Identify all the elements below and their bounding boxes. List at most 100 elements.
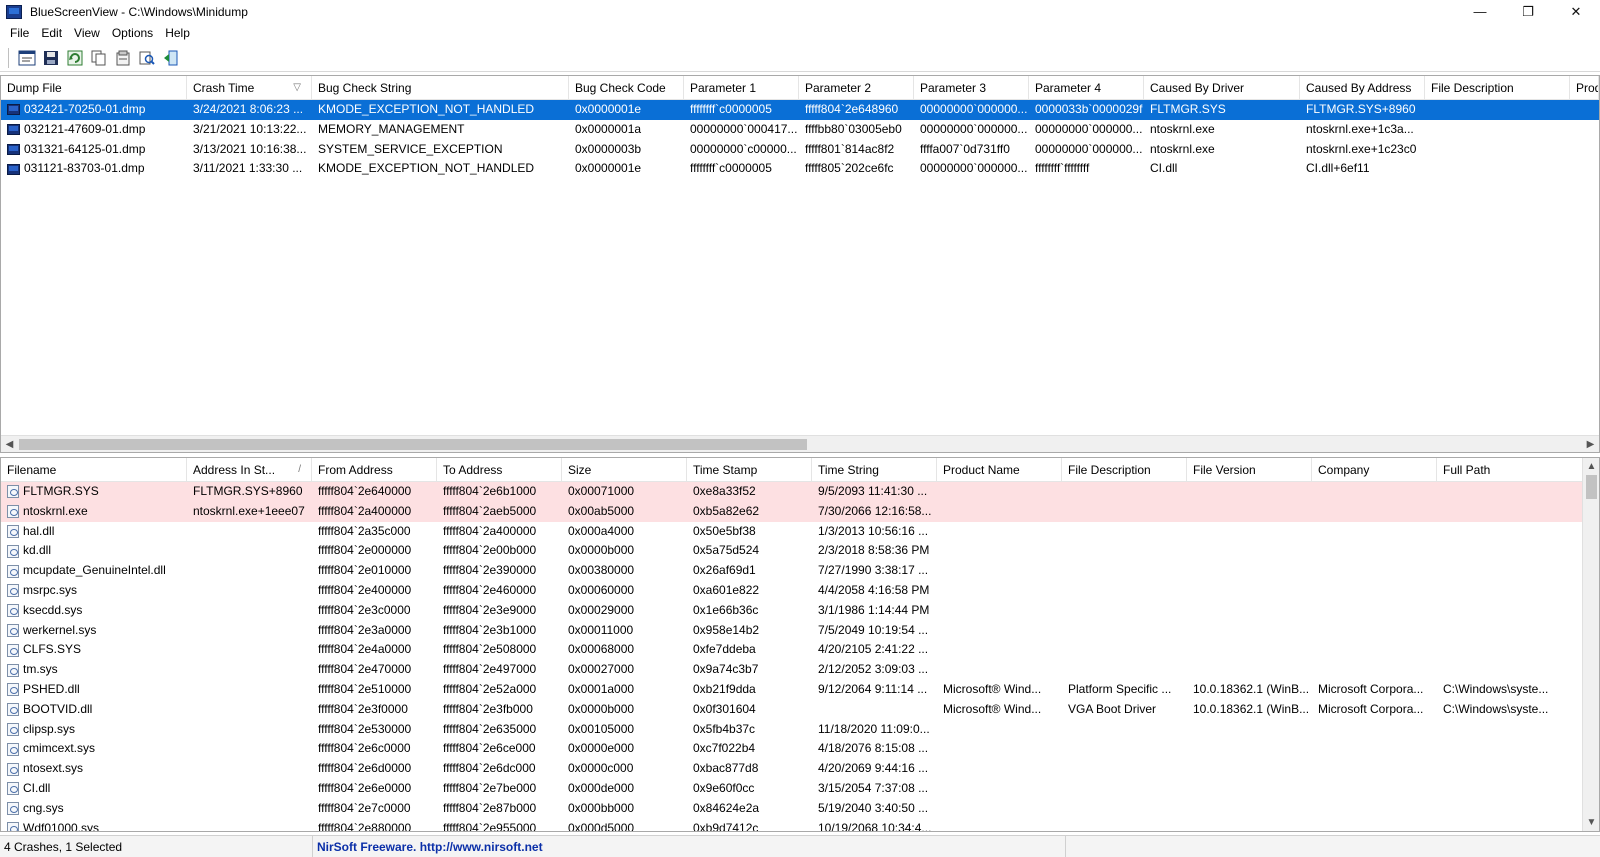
crash-list-hscrollbar[interactable]: ◀ ▶ xyxy=(1,435,1599,452)
cell-company xyxy=(1312,482,1437,502)
menu-options[interactable]: Options xyxy=(106,26,159,40)
cell-full-path xyxy=(1437,482,1599,502)
scroll-left-arrow-icon[interactable]: ◀ xyxy=(1,436,18,452)
cell-crash-time: 3/21/2021 10:13:22... xyxy=(193,121,307,136)
col-time-stamp[interactable]: Time Stamp xyxy=(687,458,812,482)
driver-file-icon xyxy=(7,802,19,816)
cell-to-address: fffff804`2e497000 xyxy=(443,662,537,677)
col-parameter-3[interactable]: Parameter 3 xyxy=(914,76,1029,100)
table-row[interactable]: FLTMGR.SYS FLTMGR.SYS+8960 fffff804`2e6400… xyxy=(1,482,1599,502)
cell-to-address: fffff804`2e390000 xyxy=(443,563,537,578)
find-button[interactable] xyxy=(137,48,157,68)
menu-edit[interactable]: Edit xyxy=(35,26,68,40)
col-file-version[interactable]: File Version xyxy=(1187,458,1312,482)
properties-button[interactable] xyxy=(17,48,37,68)
copy-icon xyxy=(91,50,106,66)
col-caused-by-driver[interactable]: Caused By Driver xyxy=(1144,76,1300,100)
cell-file-version xyxy=(1187,502,1312,522)
col-file-description[interactable]: File Description xyxy=(1062,458,1187,482)
table-row[interactable]: mcupdate_GenuineIntel.dll fffff804`2e0100… xyxy=(1,561,1599,581)
cell-full-path xyxy=(1437,720,1599,740)
close-button[interactable]: ✕ xyxy=(1552,0,1600,23)
col-crash-time[interactable]: Crash Time ▽ xyxy=(187,76,312,100)
col-product[interactable]: Prod xyxy=(1570,76,1599,100)
cell-text: 031121-83703-01.dmp xyxy=(24,161,145,176)
col-dump-file[interactable]: Dump File xyxy=(1,76,187,100)
table-row[interactable]: ntosext.sys fffff804`2e6d0000 fffff804`2e6… xyxy=(1,759,1599,779)
html-report-button[interactable] xyxy=(113,48,133,68)
restore-button[interactable]: ❐ xyxy=(1504,0,1552,23)
minimize-button[interactable]: — xyxy=(1456,0,1504,23)
cell-full-path xyxy=(1437,522,1599,542)
cell-bug-check-code: 0x0000001a xyxy=(575,121,642,136)
cell-file-description: VGA Boot Driver xyxy=(1068,701,1157,716)
table-row[interactable]: werkernel.sys fffff804`2e3a0000 fffff804`2… xyxy=(1,621,1599,641)
hscroll-thumb[interactable] xyxy=(19,439,807,450)
table-row[interactable]: msrpc.sys fffff804`2e400000 fffff804`2e460… xyxy=(1,581,1599,601)
cell-time-stamp: 0xc7f022b4 xyxy=(693,741,756,756)
cell-file-description xyxy=(1062,660,1187,680)
col-filename[interactable]: Filename xyxy=(1,458,187,482)
col-caused-by-address[interactable]: Caused By Address xyxy=(1300,76,1425,100)
table-row[interactable]: Wdf01000.sys fffff804`2e880000 fffff804`2e… xyxy=(1,819,1599,831)
cell-product-name xyxy=(937,640,1062,660)
table-row[interactable]: CI.dll fffff804`2e6e0000 fffff804`2e7be000… xyxy=(1,779,1599,799)
col-product-name[interactable]: Product Name xyxy=(937,458,1062,482)
table-row[interactable]: 031321-64125-01.dmp 3/13/2021 10:16:38...… xyxy=(1,140,1599,160)
table-row[interactable]: tm.sys fffff804`2e470000 fffff804`2e497000… xyxy=(1,660,1599,680)
refresh-button[interactable] xyxy=(65,48,85,68)
col-address-in-stack[interactable]: Address In St... / xyxy=(187,458,312,482)
copy-button[interactable] xyxy=(89,48,109,68)
col-parameter-2[interactable]: Parameter 2 xyxy=(799,76,914,100)
save-button[interactable] xyxy=(41,48,61,68)
cell-parameter-2: fffff801`814ac8f2 xyxy=(805,141,895,156)
exit-button[interactable] xyxy=(161,48,181,68)
cell-bug-check-code: 0x0000001e xyxy=(575,161,642,176)
menu-help[interactable]: Help xyxy=(159,26,196,40)
cell-filename: CI.dll xyxy=(1,779,187,799)
col-bug-check-string[interactable]: Bug Check String xyxy=(312,76,569,100)
table-row[interactable]: kd.dll fffff804`2e000000 fffff804`2e00b000… xyxy=(1,541,1599,561)
table-row[interactable]: hal.dll fffff804`2a35c000 fffff804`2a40000… xyxy=(1,522,1599,542)
cell-time-string: 11/18/2020 11:09:0... xyxy=(818,721,930,736)
menu-view[interactable]: View xyxy=(68,26,106,40)
scroll-up-arrow-icon[interactable]: ▲ xyxy=(1583,458,1599,475)
driver-list-vscrollbar[interactable]: ▲ ▼ xyxy=(1582,458,1599,831)
col-size[interactable]: Size xyxy=(562,458,687,482)
table-row[interactable]: cmimcext.sys fffff804`2e6c0000 fffff804`2e… xyxy=(1,739,1599,759)
col-full-path[interactable]: Full Path xyxy=(1437,458,1599,482)
col-to-address[interactable]: To Address xyxy=(437,458,562,482)
table-row[interactable]: ksecdd.sys fffff804`2e3c0000 fffff804`2e3e… xyxy=(1,601,1599,621)
col-parameter-1[interactable]: Parameter 1 xyxy=(684,76,799,100)
table-row[interactable]: 032421-70250-01.dmp 3/24/2021 8:06:23 ...… xyxy=(1,100,1599,120)
vscroll-thumb[interactable] xyxy=(1586,475,1597,499)
col-from-address[interactable]: From Address xyxy=(312,458,437,482)
cell-full-path: C:\Windows\syste... xyxy=(1443,701,1549,716)
table-row[interactable]: cng.sys fffff804`2e7c0000 fffff804`2e87b00… xyxy=(1,799,1599,819)
col-file-description[interactable]: File Description xyxy=(1425,76,1570,100)
scroll-down-arrow-icon[interactable]: ▼ xyxy=(1583,814,1599,831)
table-row[interactable]: clipsp.sys fffff804`2e530000 fffff804`2e63… xyxy=(1,720,1599,740)
cell-size: 0x0000c000 xyxy=(568,761,634,776)
menu-file[interactable]: File xyxy=(4,26,35,40)
table-row[interactable]: 032121-47609-01.dmp 3/21/2021 10:13:22...… xyxy=(1,120,1599,140)
cell-text: werkernel.sys xyxy=(23,622,97,637)
col-time-string[interactable]: Time String xyxy=(812,458,937,482)
col-bug-check-code[interactable]: Bug Check Code xyxy=(569,76,684,100)
col-parameter-4[interactable]: Parameter 4 xyxy=(1029,76,1144,100)
cell-from-address: fffff804`2a35c000 xyxy=(318,523,411,538)
cell-time-string: 7/5/2049 10:19:54 ... xyxy=(818,622,929,637)
cell-time-string: 7/30/2066 12:16:58... xyxy=(818,503,932,518)
col-company[interactable]: Company xyxy=(1312,458,1437,482)
table-row[interactable]: ntoskrnl.exe ntoskrnl.exe+1eee07 fffff804`… xyxy=(1,501,1599,522)
table-row[interactable]: CLFS.SYS fffff804`2e4a0000 fffff804`2e5080… xyxy=(1,640,1599,660)
table-row[interactable]: BOOTVID.dll fffff804`2e3f0000 fffff804`2e3… xyxy=(1,700,1599,720)
cell-time-stamp: 0x5fb4b37c xyxy=(693,721,756,736)
table-row[interactable]: PSHED.dll fffff804`2e510000 fffff804`2e52a… xyxy=(1,680,1599,700)
table-row[interactable]: 031121-83703-01.dmp 3/11/2021 1:33:30 ...… xyxy=(1,159,1599,179)
scroll-right-arrow-icon[interactable]: ▶ xyxy=(1582,436,1599,452)
cell-filename: CLFS.SYS xyxy=(1,640,187,660)
cell-product xyxy=(1570,159,1599,179)
refresh-icon xyxy=(67,50,83,66)
nirsoft-link[interactable]: NirSoft Freeware. http://www.nirsoft.net xyxy=(313,835,1066,857)
